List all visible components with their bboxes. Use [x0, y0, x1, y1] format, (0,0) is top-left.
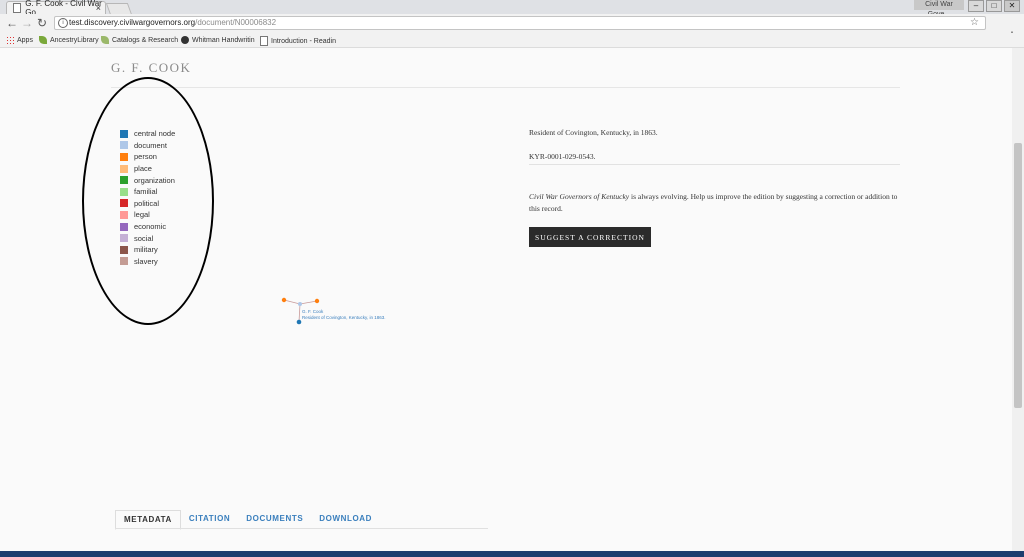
browser-tab-strip: G. F. Cook - Civil War Go × Civil War Go… — [0, 0, 1024, 18]
legend-item: person — [120, 151, 175, 163]
scrollbar-thumb[interactable] — [1014, 143, 1022, 408]
legend-swatch — [120, 187, 128, 196]
legend-label: familial — [134, 187, 158, 197]
bookmark-catalogs[interactable]: Catalogs & Research — [101, 36, 178, 44]
graph-edge — [298, 303, 301, 323]
suggest-correction-button[interactable]: SUGGEST A CORRECTION — [529, 227, 651, 247]
legend-swatch — [120, 234, 128, 243]
legend-label: central node — [134, 129, 176, 139]
window-close-button[interactable]: ✕ — [1004, 0, 1020, 12]
legend-label: military — [134, 245, 158, 255]
divider — [529, 164, 900, 165]
legend-label: organization — [134, 175, 175, 185]
tab-download[interactable]: DOWNLOAD — [311, 510, 380, 530]
bookmark-label: Apps — [17, 36, 33, 44]
graph-edge — [283, 299, 301, 305]
page-title: G. F. COOK — [111, 60, 192, 75]
legend-swatch — [120, 164, 128, 173]
graph-edge — [299, 300, 318, 305]
bookmark-ancestrylibrary[interactable]: AncestryLibrary — [39, 36, 99, 44]
bookmark-star-icon[interactable]: ☆ — [970, 17, 979, 29]
apps-grid-icon — [6, 36, 14, 44]
divider — [115, 528, 488, 529]
bookmarks-bar: Apps AncestryLibrary Catalogs & Research… — [0, 33, 1024, 48]
info-icon[interactable]: i — [58, 18, 68, 28]
legend-label: place — [134, 164, 152, 174]
central-node[interactable] — [296, 319, 302, 325]
legend-swatch — [120, 152, 128, 161]
legend-item: organization — [120, 174, 175, 186]
legend-label: document — [134, 140, 167, 150]
page-icon — [260, 36, 268, 46]
tab-metadata[interactable]: METADATA — [115, 510, 181, 530]
record-description: Resident of Covington, Kentucky, in 1863… — [529, 128, 658, 137]
forward-icon[interactable]: → — [21, 16, 33, 30]
graph-node-label: G. F. Cook Resident of Covington, Kentuc… — [302, 309, 385, 321]
reload-icon[interactable]: ↻ — [37, 16, 47, 30]
legend-swatch — [120, 245, 128, 254]
back-icon[interactable]: ← — [6, 16, 18, 30]
legend-label: slavery — [134, 256, 158, 266]
url-host: test.discovery.civilwargovernors.org — [69, 18, 196, 27]
person-node[interactable] — [314, 298, 320, 304]
document-node[interactable] — [298, 302, 302, 306]
legend-swatch — [120, 141, 128, 150]
bookmark-label: Catalogs & Research — [112, 36, 179, 44]
browser-tab[interactable]: G. F. Cook - Civil War Go × — [6, 0, 106, 17]
legend-item: legal — [120, 209, 175, 221]
leaf-icon — [101, 36, 109, 44]
bookmark-whitman[interactable]: Whitman Handwritin — [181, 36, 255, 44]
legend-item: place — [120, 163, 175, 175]
legend-item: economic — [120, 221, 175, 233]
record-identifier: KYR-0001-029-0543. — [529, 152, 596, 161]
person-node[interactable] — [281, 297, 287, 303]
record-tabs: METADATA CITATION DOCUMENTS DOWNLOAD — [115, 510, 380, 530]
bookmark-label: AncestryLibrary — [50, 36, 99, 44]
legend-item: document — [120, 140, 175, 152]
url-path: /document/N00006832 — [195, 18, 277, 27]
legend-swatch — [120, 199, 128, 208]
legend-item: familial — [120, 186, 175, 198]
profile-button[interactable]: Civil War Gove... — [914, 0, 964, 18]
legend-swatch — [120, 176, 128, 185]
graph-node-subtitle: Resident of Covington, Kentucky, in 1863… — [302, 315, 386, 320]
os-taskbar — [0, 551, 1024, 557]
legend-item: social — [120, 232, 175, 244]
bookmark-label: Introduction - Readin — [271, 37, 336, 45]
legend-swatch — [120, 222, 128, 231]
divider — [111, 87, 900, 88]
browser-toolbar: ← → ↻ i test.discovery.civilwargovernors… — [0, 14, 1024, 43]
tab-citation[interactable]: CITATION — [181, 510, 238, 530]
legend-label: person — [134, 152, 157, 162]
whitman-icon — [181, 36, 189, 44]
evolving-notice: Civil War Governors of Kentucky is alway… — [529, 191, 899, 215]
legend-item: military — [120, 244, 175, 256]
network-legend: central node document person place organ… — [120, 128, 175, 267]
legend-item: slavery — [120, 256, 175, 268]
scrollbar[interactable] — [1012, 48, 1024, 551]
bookmark-label: Whitman Handwritin — [192, 36, 255, 44]
project-title: Civil War Governors of Kentucky — [529, 192, 630, 201]
bookmark-introduction[interactable]: Introduction - Readin — [260, 36, 336, 46]
legend-item: central node — [120, 128, 175, 140]
legend-item: political — [120, 198, 175, 210]
legend-swatch — [120, 210, 128, 219]
legend-label: political — [134, 198, 160, 208]
legend-swatch — [120, 257, 128, 266]
tab-documents[interactable]: DOCUMENTS — [238, 510, 311, 530]
page-icon — [13, 3, 22, 13]
legend-label: economic — [134, 222, 167, 232]
bookmark-apps[interactable]: Apps — [6, 36, 33, 44]
legend-swatch — [120, 129, 128, 138]
leaf-icon — [39, 36, 47, 44]
maximize-button[interactable]: □ — [986, 0, 1002, 12]
minimize-button[interactable]: – — [968, 0, 984, 12]
close-tab-icon[interactable]: × — [96, 3, 101, 13]
legend-label: social — [134, 233, 154, 243]
address-bar[interactable]: i test.discovery.civilwargovernors.org/d… — [54, 16, 986, 30]
legend-label: legal — [134, 210, 150, 220]
